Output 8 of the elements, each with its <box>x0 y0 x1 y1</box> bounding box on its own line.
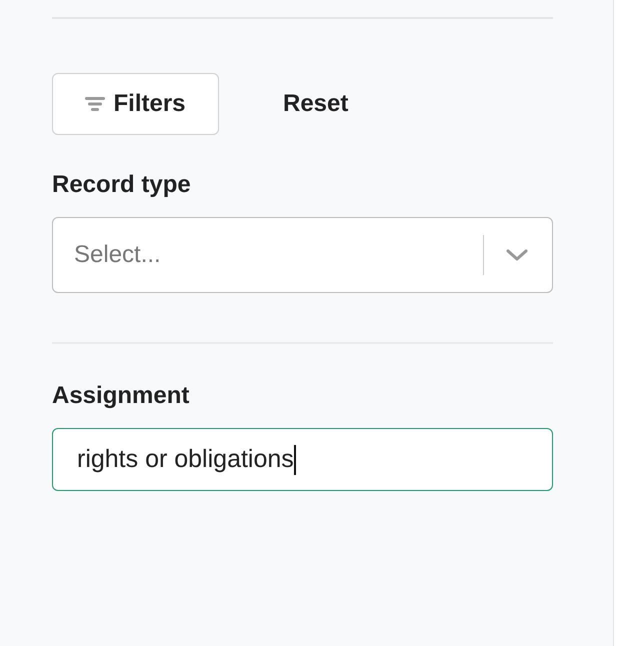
assignment-input[interactable]: rights or obligations <box>52 428 553 491</box>
field-label: Assignment <box>52 382 190 410</box>
chevron-down-icon <box>506 249 528 261</box>
field-label: Record type <box>52 171 192 199</box>
record-type-select[interactable]: Select... <box>52 217 553 293</box>
filter-icon <box>85 97 106 111</box>
filters-button[interactable]: Filters <box>52 73 219 135</box>
reset-button[interactable]: Reset <box>283 90 348 118</box>
